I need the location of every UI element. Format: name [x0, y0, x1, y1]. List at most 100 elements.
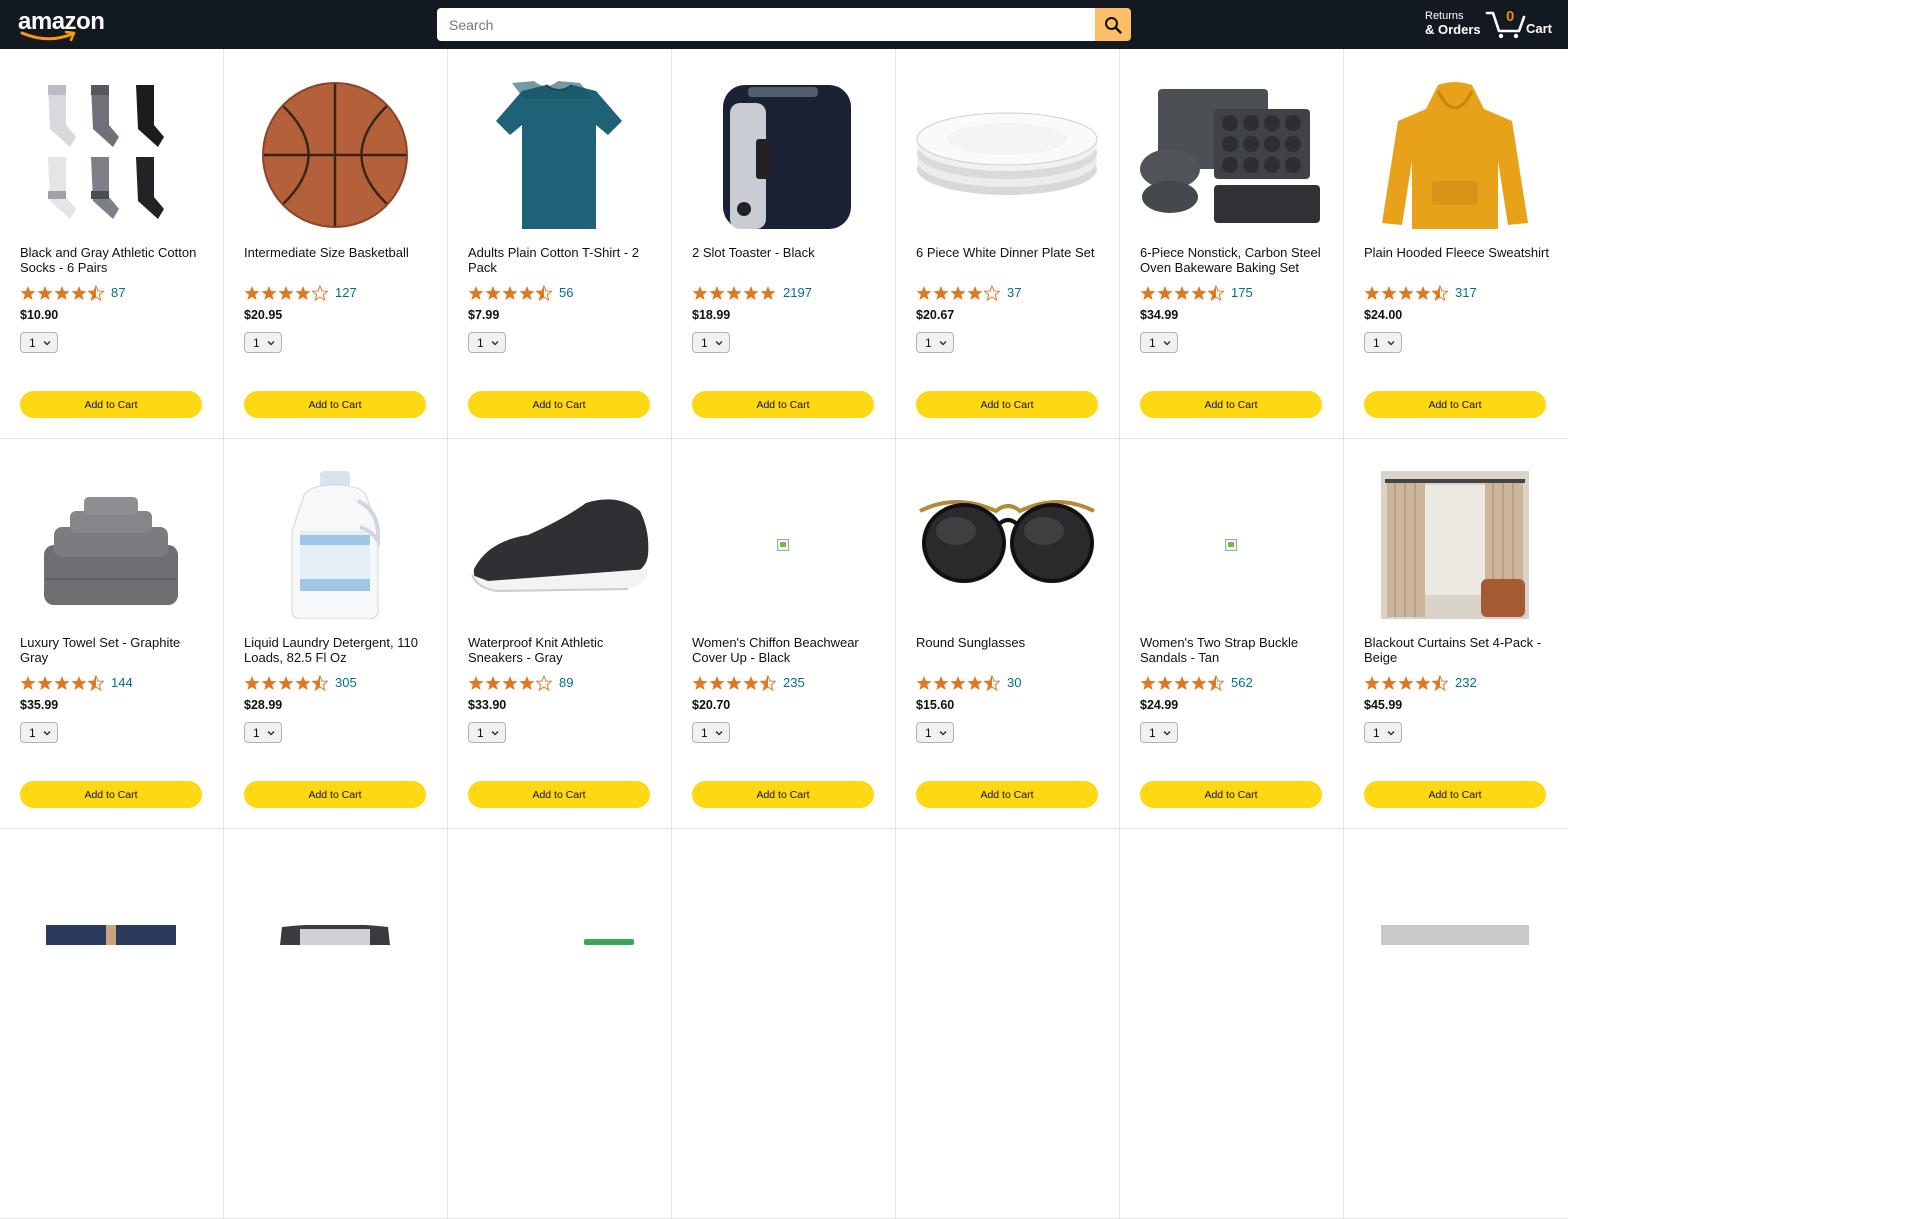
product-image[interactable] [20, 861, 202, 1009]
rating-count-link[interactable]: 317 [1455, 285, 1477, 300]
star-full-icon [295, 285, 311, 300]
add-to-cart-button[interactable]: Add to Cart [1364, 781, 1546, 808]
star-full-icon [502, 675, 518, 690]
product-image[interactable] [1140, 471, 1322, 619]
star-full-icon [261, 285, 277, 300]
product-price: $7.99 [468, 308, 500, 322]
product-card: Blackout Curtains Set 4-Pack - Beige 232… [1344, 439, 1568, 829]
product-card: Women's Chiffon Beachwear Cover Up - Bla… [672, 439, 896, 829]
add-to-cart-button[interactable]: Add to Cart [692, 391, 874, 418]
quantity-select[interactable]: 1 [1140, 332, 1178, 353]
add-to-cart-button[interactable]: Add to Cart [244, 781, 426, 808]
returns-orders-link[interactable]: Returns & Orders [1425, 10, 1481, 36]
rating-count-link[interactable]: 2197 [783, 285, 812, 300]
chevron-down-icon [491, 340, 499, 346]
search-button[interactable] [1095, 8, 1131, 41]
quantity-select[interactable]: 1 [916, 332, 954, 353]
quantity-select[interactable]: 1 [916, 722, 954, 743]
add-to-cart-button[interactable]: Add to Cart [1140, 391, 1322, 418]
quantity-select[interactable]: 1 [468, 722, 506, 743]
product-image[interactable] [692, 861, 874, 1009]
product-image[interactable] [1140, 81, 1322, 229]
product-image[interactable] [692, 471, 874, 619]
quantity-select[interactable]: 1 [244, 722, 282, 743]
amazon-logo[interactable]: amazon [18, 8, 108, 42]
star-full-icon [1364, 285, 1380, 300]
product-card: 6-Piece Nonstick, Carbon Steel Oven Bake… [1120, 49, 1344, 439]
star-full-icon [278, 675, 294, 690]
rating-count-link[interactable]: 305 [335, 675, 357, 690]
star-full-icon [71, 675, 87, 690]
quantity-select[interactable]: 1 [20, 722, 58, 743]
product-price: $24.99 [1140, 698, 1179, 712]
cart-button[interactable]: 0 Cart [1485, 6, 1555, 42]
rating-count-link[interactable]: 175 [1231, 285, 1253, 300]
rating-count-link[interactable]: 127 [335, 285, 357, 300]
product-image[interactable] [916, 471, 1098, 619]
product-image[interactable] [468, 471, 650, 619]
add-to-cart-button[interactable]: Add to Cart [1364, 391, 1546, 418]
product-image[interactable] [244, 81, 426, 229]
rating-count-link[interactable]: 235 [783, 675, 805, 690]
product-image[interactable] [1364, 81, 1546, 229]
rating-count-link[interactable]: 89 [559, 675, 573, 690]
star-full-icon [502, 285, 518, 300]
star-full-icon [54, 675, 70, 690]
product-card: Waterproof Knit Athletic Sneakers - Gray… [448, 439, 672, 829]
add-to-cart-button[interactable]: Add to Cart [1140, 781, 1322, 808]
product-image[interactable] [1364, 471, 1546, 619]
product-card [896, 829, 1120, 1219]
star-half-icon [1432, 284, 1448, 301]
rating-count-link[interactable]: 56 [559, 285, 573, 300]
quantity-select[interactable]: 1 [244, 332, 282, 353]
rating-stars [1364, 674, 1449, 691]
quantity-value: 1 [1149, 725, 1156, 740]
product-image[interactable] [468, 81, 650, 229]
product-title: 6-Piece Nonstick, Carbon Steel Oven Bake… [1140, 245, 1321, 275]
product-rating: 175 [1140, 284, 1253, 301]
product-image[interactable] [20, 471, 202, 619]
product-price: $24.00 [1364, 308, 1403, 322]
star-full-icon [1398, 285, 1414, 300]
product-image[interactable] [692, 81, 874, 229]
quantity-select[interactable]: 1 [20, 332, 58, 353]
add-to-cart-button[interactable]: Add to Cart [468, 391, 650, 418]
product-image[interactable] [1364, 861, 1546, 1009]
star-full-icon [916, 675, 932, 690]
add-to-cart-button[interactable]: Add to Cart [916, 781, 1098, 808]
product-image[interactable] [20, 81, 202, 229]
product-title: Women's Two Strap Buckle Sandals - Tan [1140, 635, 1299, 665]
add-to-cart-button[interactable]: Add to Cart [916, 391, 1098, 418]
star-full-icon [692, 675, 708, 690]
star-full-icon [967, 285, 983, 300]
quantity-select[interactable]: 1 [1364, 722, 1402, 743]
star-empty-icon [536, 674, 552, 691]
product-image[interactable] [244, 471, 426, 619]
search-input[interactable] [437, 8, 1095, 41]
rating-count-link[interactable]: 87 [111, 285, 125, 300]
rating-count-link[interactable]: 37 [1007, 285, 1021, 300]
product-image[interactable] [1140, 861, 1322, 1009]
quantity-select[interactable]: 1 [468, 332, 506, 353]
quantity-select[interactable]: 1 [1364, 332, 1402, 353]
rating-count-link[interactable]: 232 [1455, 675, 1477, 690]
add-to-cart-button[interactable]: Add to Cart [244, 391, 426, 418]
add-to-cart-button[interactable]: Add to Cart [20, 391, 202, 418]
add-to-cart-button[interactable]: Add to Cart [20, 781, 202, 808]
product-image[interactable] [468, 861, 650, 1009]
rating-count-link[interactable]: 144 [111, 675, 133, 690]
quantity-select[interactable]: 1 [1140, 722, 1178, 743]
quantity-select[interactable]: 1 [692, 332, 730, 353]
add-to-cart-button[interactable]: Add to Cart [468, 781, 650, 808]
rating-count-link[interactable]: 562 [1231, 675, 1253, 690]
product-image[interactable] [916, 81, 1098, 229]
quantity-select[interactable]: 1 [692, 722, 730, 743]
product-card: Intermediate Size Basketball 127 $20.95 1 … [224, 49, 448, 439]
product-image[interactable] [244, 861, 426, 1009]
add-to-cart-button[interactable]: Add to Cart [692, 781, 874, 808]
product-price: $28.99 [244, 698, 283, 712]
product-image[interactable] [916, 861, 1098, 1009]
rating-count-link[interactable]: 30 [1007, 675, 1021, 690]
rating-stars [1364, 284, 1449, 301]
search-icon [1105, 16, 1122, 34]
